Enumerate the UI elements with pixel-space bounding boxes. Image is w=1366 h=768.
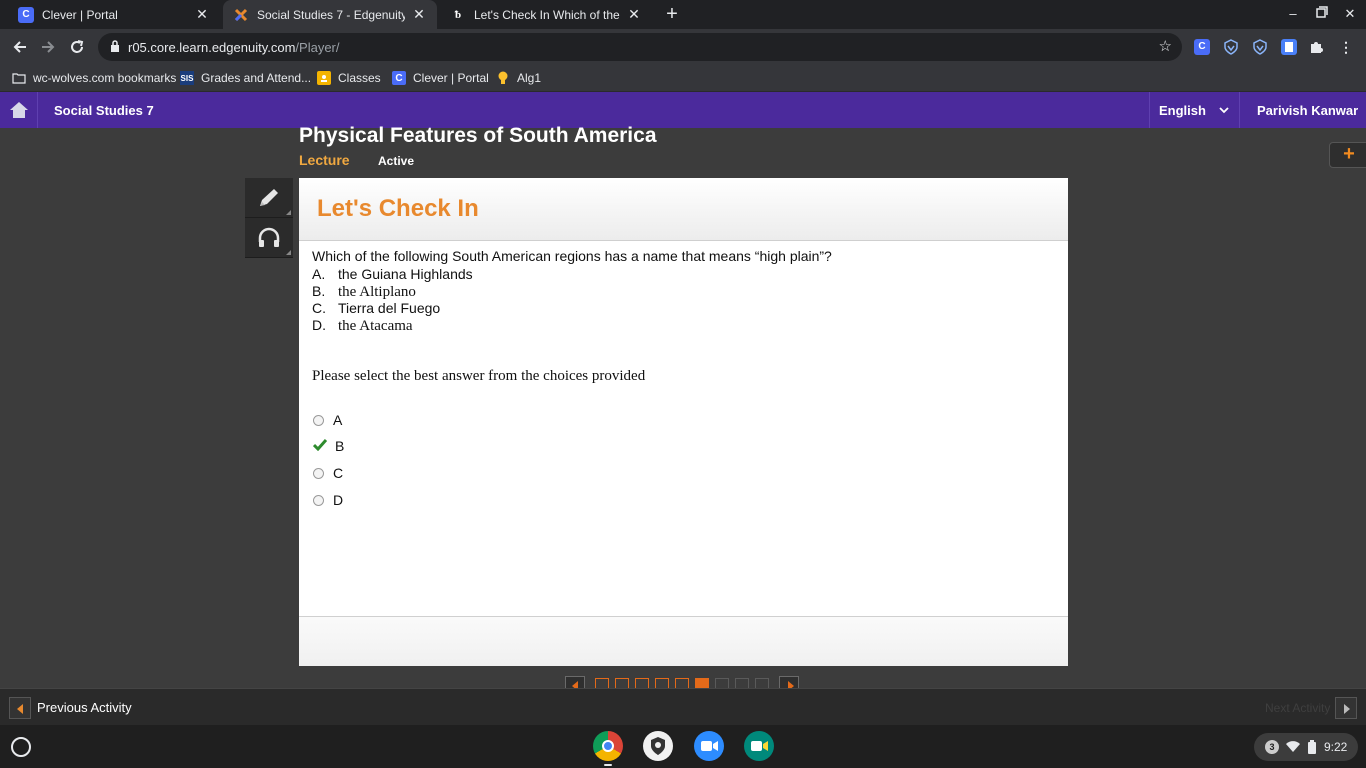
close-window-icon[interactable]: ✕ [1341,6,1359,22]
document-extension-icon[interactable] [1281,39,1297,55]
choice-a[interactable]: A [313,411,342,429]
classroom-icon [317,71,331,85]
bookmark-classes[interactable]: Classes [317,69,381,87]
answer-option: A. the Guiana Highlands [312,266,473,282]
previous-activity-button[interactable] [9,697,31,719]
pencil-icon [260,189,278,206]
tab-title: Social Studies 7 - Edgenuity.com [257,7,405,22]
forward-icon[interactable] [37,36,59,58]
close-icon[interactable]: ✕ [626,6,642,23]
activity-nav-bar: Previous Activity Next Activity [0,688,1366,725]
reload-icon[interactable] [66,36,88,58]
new-tab-button[interactable]: + [662,4,682,24]
activity-header: Let's Check In [299,178,1068,241]
folder-icon [12,71,26,85]
app-header: Social Studies 7 English Parivish Kanwar [0,92,1366,128]
radio-button[interactable] [313,414,324,426]
clever-extension-icon[interactable]: C [1194,39,1210,55]
lesson-status: Active [378,154,415,168]
close-icon[interactable]: ✕ [411,6,427,23]
chrome-icon[interactable] [593,731,623,761]
bookmarks-bar: wc-wolves.com bookmarks SIS Grades and A… [0,64,1366,92]
answer-option: D. the Atacama [312,317,413,334]
lightbulb-icon [496,71,510,85]
arrow-left-icon [17,704,23,714]
previous-activity-label[interactable]: Previous Activity [37,700,132,715]
wifi-icon [1286,741,1300,752]
lock-icon [111,40,119,52]
expand-plus-button[interactable]: + [1329,142,1366,168]
running-indicator [604,764,612,766]
tab-edgenuity[interactable]: Social Studies 7 - Edgenuity.com ✕ [223,0,437,29]
radio-button[interactable] [313,467,324,479]
language-label: English [1159,103,1206,118]
tool-palette [245,178,293,258]
choice-d[interactable]: D [313,491,343,509]
lesson-type: Lecture [299,152,350,168]
checkmark-icon[interactable] [312,438,328,454]
minimize-icon[interactable]: ‒ [1284,6,1302,22]
battery-icon [1308,740,1316,754]
bookmark-alg1[interactable]: Alg1 [496,69,541,87]
answer-option: C. Tierra del Fuego [312,300,441,316]
answer-option: B. the Altiplano [312,283,416,300]
headphones-icon [258,227,280,247]
choice-b[interactable]: B [312,437,344,455]
bookmark-wc-wolves[interactable]: wc-wolves.com bookmarks [12,69,176,87]
course-title: Social Studies 7 [54,103,154,118]
security-icon[interactable] [643,731,673,761]
bookmark-grades[interactable]: SIS Grades and Attend... [180,69,311,87]
clever-icon: C [392,71,406,85]
brainly-icon: ᵬ [454,8,462,21]
meet-icon[interactable] [744,731,774,761]
next-activity-label: Next Activity [1265,701,1331,715]
status-tray[interactable]: 3 9:22 [1254,733,1358,761]
menu-kebab-icon[interactable]: ⋮ [1338,39,1354,55]
clock: 9:22 [1324,740,1348,754]
url-text: r05.core.learn.edgenuity.com/Player/ [128,40,340,55]
arrow-right-icon [1344,704,1350,714]
home-button[interactable] [0,92,38,128]
user-name[interactable]: Parivish Kanwar [1257,103,1358,118]
question-text: Which of the following South American re… [312,248,832,264]
notification-count[interactable]: 3 [1265,740,1279,754]
sis-icon: SIS [180,71,194,85]
edgenuity-icon [233,7,249,23]
shield-extension-icon[interactable] [1252,39,1268,55]
close-icon[interactable]: ✕ [194,6,210,23]
extensions-puzzle-icon[interactable] [1308,39,1324,55]
language-selector[interactable]: English [1149,92,1240,128]
chevron-down-icon [1219,101,1229,118]
tab-brainly[interactable]: ᵬ Let's Check In Which of the follo ✕ [440,0,652,29]
activity-panel: Let's Check In Which of the following So… [299,178,1068,666]
text-to-speech-button[interactable] [245,218,293,258]
tab-clever[interactable]: C Clever | Portal ✕ [8,0,220,29]
next-activity-button[interactable] [1335,697,1357,719]
back-icon[interactable] [9,36,31,58]
launcher-button[interactable] [11,737,31,757]
zoom-icon[interactable] [694,731,724,761]
choice-c[interactable]: C [313,464,343,482]
lesson-title: Physical Features of South America [299,124,657,147]
pencil-tool-button[interactable] [245,178,293,218]
activity-footer [299,616,1068,666]
restore-icon[interactable] [1313,6,1331,22]
activity-heading: Let's Check In [317,195,479,222]
browser-toolbar: r05.core.learn.edgenuity.com/Player/ ☆ C… [0,29,1366,64]
clever-icon: C [18,6,34,23]
instruction-text: Please select the best answer from the c… [312,368,646,384]
radio-button[interactable] [313,494,324,506]
home-icon [10,102,28,118]
tab-title: Let's Check In Which of the follo [474,7,620,22]
bookmark-clever[interactable]: C Clever | Portal [392,69,489,87]
lesson-stage: Physical Features of South America Lectu… [0,124,1366,694]
tab-title: Clever | Portal [42,7,118,22]
tab-strip: C Clever | Portal ✕ Social Studies 7 - E… [0,0,1366,29]
address-bar[interactable]: r05.core.learn.edgenuity.com/Player/ ☆ [98,33,1182,61]
shield-extension-icon[interactable] [1223,39,1239,55]
bookmark-star-icon[interactable]: ☆ [1159,37,1172,55]
os-shelf: 3 9:22 [0,725,1366,768]
